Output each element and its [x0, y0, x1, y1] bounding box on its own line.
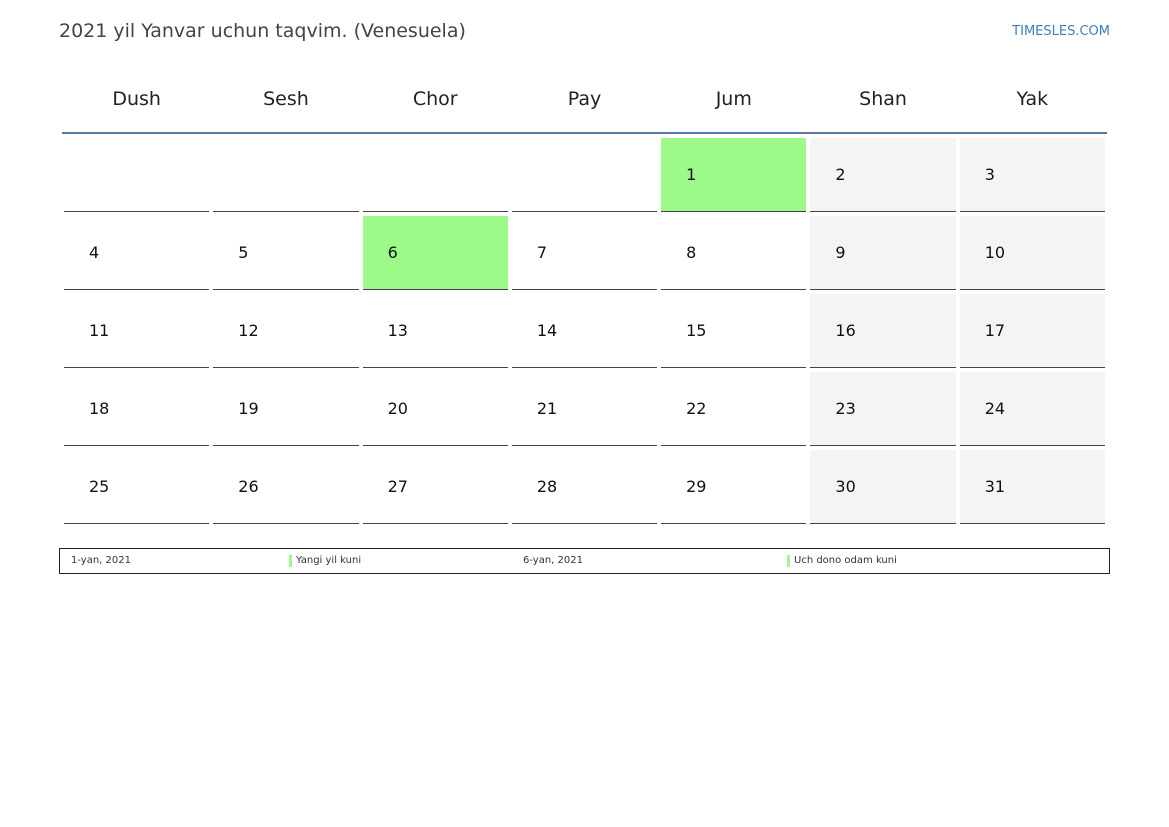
calendar-week-row: 4 5 6 7 8 9 10: [62, 216, 1107, 290]
day-cell[interactable]: 25: [64, 450, 210, 524]
weekday-header: Chor: [412, 88, 458, 110]
day-number: 19: [238, 399, 259, 418]
day-cell[interactable]: 27: [362, 450, 508, 524]
day-number: 16: [835, 321, 856, 340]
day-cell[interactable]: 8: [661, 216, 807, 290]
day-cell[interactable]: 21: [511, 372, 658, 446]
day-cell[interactable]: 23: [810, 372, 956, 446]
day-number: 24: [984, 399, 1006, 418]
day-number: 5: [238, 243, 249, 262]
day-number: 25: [89, 477, 110, 496]
day-cell[interactable]: 16: [810, 294, 956, 368]
calendar-grid: Dush Sesh Chor Pay Jum Shan Yak 12345678…: [62, 72, 1107, 524]
day-cell[interactable]: 15: [661, 294, 807, 368]
day-cell[interactable]: 30: [810, 450, 956, 524]
day-number: 4: [89, 243, 100, 262]
day-number: 17: [984, 321, 1006, 340]
brand-link[interactable]: TIMESLES.COM: [1012, 24, 1110, 39]
day-cell[interactable]: 28: [511, 450, 658, 524]
empty-day-cell: [213, 138, 359, 212]
page-title: 2021 yil Yanvar uchun taqvim. (Venesuela…: [59, 20, 466, 42]
day-cell[interactable]: 3: [959, 138, 1105, 212]
holiday-legend: 1-yan, 2021 Yangi yil kuni 6-yan, 2021 U…: [59, 548, 1110, 574]
day-number: 29: [686, 477, 707, 496]
day-cell[interactable]: 19: [213, 372, 359, 446]
day-number: 22: [686, 399, 707, 418]
day-cell[interactable]: 2: [810, 138, 956, 212]
calendar-week-row: 18 19 20 21 22 23 24: [62, 372, 1107, 446]
day-number: 30: [835, 477, 856, 496]
day-number: 15: [686, 321, 707, 340]
day-cell[interactable]: 4: [64, 216, 210, 290]
weekday-header: Pay: [567, 88, 602, 110]
legend-date: 1-yan, 2021: [71, 555, 131, 566]
day-number: 6: [387, 243, 398, 262]
day-number: 7: [536, 243, 548, 262]
day-cell[interactable]: 10: [959, 216, 1105, 290]
day-cell[interactable]: 7: [511, 216, 658, 290]
day-cell[interactable]: 26: [213, 450, 359, 524]
day-number: 28: [536, 477, 558, 496]
day-cell[interactable]: 1: [661, 138, 807, 212]
day-cell[interactable]: 18: [64, 372, 210, 446]
weekday-header: Jum: [715, 88, 752, 110]
weekday-header: Shan: [859, 88, 907, 110]
day-number: 8: [686, 243, 697, 262]
weekday-header: Dush: [112, 88, 161, 110]
weekday-header: Sesh: [263, 88, 309, 110]
empty-day-cell: [362, 138, 508, 212]
day-cell[interactable]: 11: [64, 294, 210, 368]
day-number: 18: [89, 399, 110, 418]
day-number: 31: [984, 477, 1006, 496]
empty-day-cell: [511, 138, 658, 212]
day-number: 20: [387, 399, 408, 418]
legend-date: 6-yan, 2021: [523, 555, 583, 566]
day-number: 14: [536, 321, 558, 340]
calendar-weeks: 1 2 3 4 5 6 7 8 9 10 11 12 13 14 15 16 17 18 19 20 21 22 23 24 2…: [62, 138, 1107, 524]
day-number: 23: [835, 399, 856, 418]
weekday-header-row: Dush Sesh Chor Pay Jum Shan Yak: [62, 72, 1107, 134]
day-cell[interactable]: 5: [213, 216, 359, 290]
day-cell[interactable]: 31: [959, 450, 1105, 524]
day-cell[interactable]: 22: [661, 372, 807, 446]
day-number: 13: [387, 321, 408, 340]
calendar-week-row: 11 12 13 14 15 16 17: [62, 294, 1107, 368]
day-cell[interactable]: 13: [362, 294, 508, 368]
day-number: 12: [238, 321, 259, 340]
day-number: 21: [536, 399, 558, 418]
legend-holiday-name: Uch dono odam kuni: [787, 555, 897, 567]
weekday-header: Yak: [1016, 88, 1049, 110]
day-cell[interactable]: 6: [362, 216, 508, 290]
day-cell[interactable]: 29: [661, 450, 807, 524]
day-number: 10: [984, 243, 1006, 262]
calendar-week-row: 25 26 27 28 29 30 31: [62, 450, 1107, 524]
day-cell[interactable]: 9: [810, 216, 956, 290]
day-number: 3: [984, 165, 995, 184]
legend-holiday-name: Yangi yil kuni: [289, 555, 361, 567]
day-cell[interactable]: 14: [511, 294, 658, 368]
day-number: 1: [686, 165, 697, 184]
day-cell[interactable]: 17: [959, 294, 1105, 368]
day-cell[interactable]: 24: [959, 372, 1105, 446]
day-cell[interactable]: 12: [213, 294, 359, 368]
day-number: 26: [238, 477, 259, 496]
empty-day-cell: [64, 138, 210, 212]
day-number: 11: [89, 321, 110, 340]
day-cell[interactable]: 20: [362, 372, 508, 446]
day-number: 9: [835, 243, 846, 262]
calendar-week-row: 1 2 3: [62, 138, 1107, 212]
day-number: 2: [835, 165, 846, 184]
day-number: 27: [387, 477, 408, 496]
